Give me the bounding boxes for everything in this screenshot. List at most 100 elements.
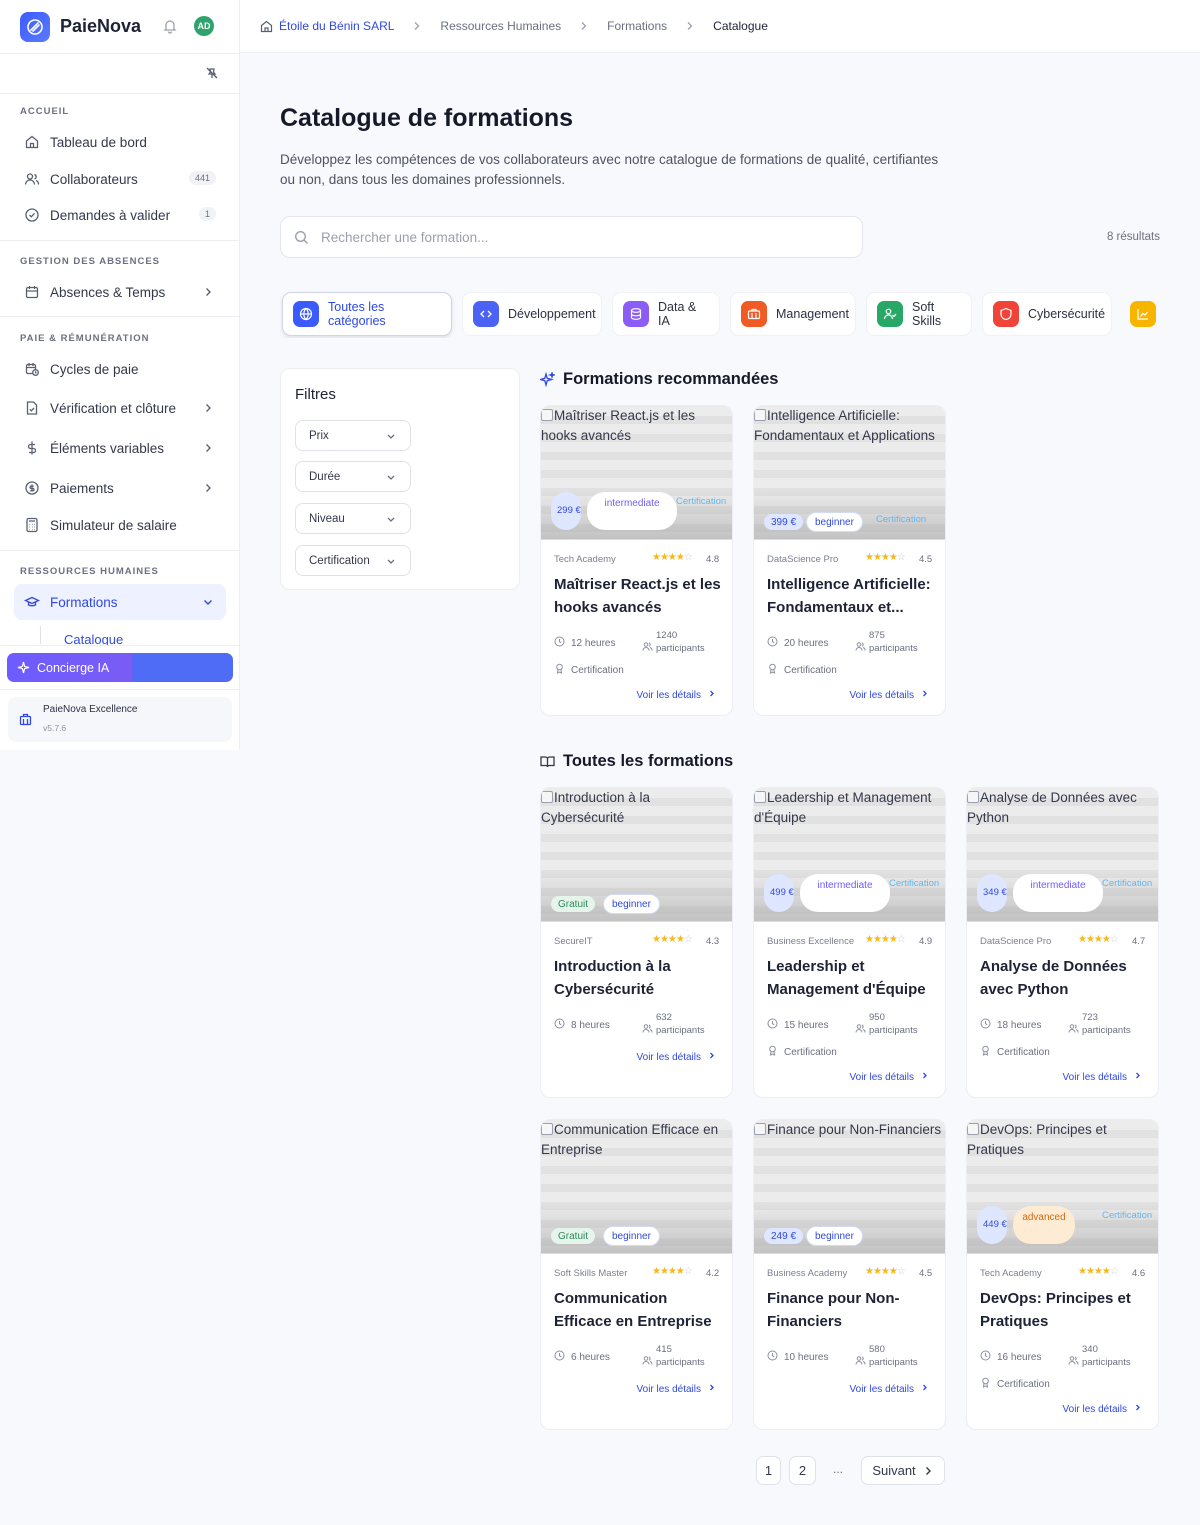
sidebar-item-absences[interactable]: Absences & Temps bbox=[14, 275, 226, 309]
course-title[interactable]: Communication Efficace en Entreprise bbox=[554, 1287, 724, 1333]
app-version: v5.7.6 bbox=[43, 723, 67, 733]
sidebar-item-elements-variables[interactable]: Éléments variables bbox=[14, 431, 226, 465]
graduation-cap-icon bbox=[24, 596, 40, 607]
view-details-link[interactable]: Voir les détails bbox=[850, 1383, 929, 1395]
breadcrumb-item-company[interactable]: Étoile du Bénin SARL bbox=[260, 19, 394, 33]
course-title[interactable]: Intelligence Artificielle: Fondamentaux … bbox=[767, 573, 937, 619]
alt-text: Introduction à la Cybersécurité bbox=[541, 790, 651, 825]
duration-text: 15 heures bbox=[784, 1019, 829, 1031]
sidebar-item-demandes[interactable]: Demandes à valider 1 bbox=[14, 198, 226, 232]
course-image: Analyse de Données avec Python 349 € inter… bbox=[967, 788, 1158, 922]
alt-text: Analyse de Données avec Python bbox=[967, 790, 1137, 825]
broken-image-icon bbox=[754, 791, 766, 803]
filter-prix-select[interactable]: Prix bbox=[295, 420, 411, 451]
tab-all-categories[interactable]: Toutes les catégories bbox=[282, 292, 452, 336]
course-card[interactable]: Maîtriser React.js et les hooks avancés 2… bbox=[540, 405, 733, 716]
avatar[interactable]: AD bbox=[194, 16, 214, 36]
participants-info: 580 participants bbox=[855, 1343, 918, 1369]
view-details-link[interactable]: Voir les détails bbox=[637, 689, 716, 701]
bell-icon[interactable] bbox=[162, 18, 178, 39]
sidebar-item-formations[interactable]: Formations bbox=[14, 584, 226, 620]
concierge-ia-button[interactable]: Concierge IA bbox=[7, 653, 233, 682]
price-badge: 299 € bbox=[551, 492, 581, 530]
tab-developpement[interactable]: Développement bbox=[462, 292, 602, 336]
tab-management[interactable]: Management bbox=[730, 292, 856, 336]
page-2-button[interactable]: 2 bbox=[789, 1456, 816, 1485]
broken-image-icon bbox=[754, 1123, 766, 1135]
tab-soft-skills[interactable]: Soft Skills bbox=[866, 292, 972, 336]
building-icon bbox=[19, 713, 32, 726]
details-label: Voir les détails bbox=[636, 1383, 701, 1395]
page-1-button[interactable]: 1 bbox=[756, 1456, 781, 1485]
search-placeholder: Rechercher une formation... bbox=[321, 229, 489, 245]
tab-cybersecurite[interactable]: Cybersécurité bbox=[982, 292, 1112, 336]
view-details-link[interactable]: Voir les détails bbox=[637, 1051, 716, 1063]
chevron-right-icon bbox=[701, 689, 716, 701]
provider-name: Business Excellence bbox=[767, 936, 855, 947]
course-card[interactable]: Introduction à la Cybersécurité Gratuit be… bbox=[540, 787, 733, 1098]
filter-certification-select[interactable]: Certification bbox=[295, 545, 411, 576]
search-input[interactable]: Rechercher une formation... bbox=[280, 216, 863, 258]
course-card[interactable]: Communication Efficace en Entreprise Grat… bbox=[540, 1119, 733, 1430]
view-details-link[interactable]: Voir les détails bbox=[637, 1383, 716, 1395]
sidebar-item-verification[interactable]: Vérification et clôture bbox=[14, 391, 226, 425]
course-card[interactable]: Finance pour Non-Financiers 249 € beginner… bbox=[753, 1119, 946, 1430]
certification-badge: Certification bbox=[1102, 1210, 1153, 1221]
duration-info: 6 heures bbox=[554, 1350, 610, 1364]
course-title[interactable]: DevOps: Principes et Pratiques bbox=[980, 1287, 1150, 1333]
sidebar-subitem-catalogue[interactable]: Catalogue bbox=[64, 632, 123, 646]
details-label: Voir les détails bbox=[849, 689, 914, 701]
certification-text: Certification bbox=[784, 664, 837, 676]
award-icon bbox=[767, 663, 784, 677]
price-badge: Gratuit bbox=[551, 896, 596, 912]
course-card[interactable]: DevOps: Principes et Pratiques 449 € advan… bbox=[966, 1119, 1159, 1430]
section-title-accueil: ACCUEIL bbox=[20, 106, 70, 117]
chevron-right-icon bbox=[1127, 1403, 1142, 1415]
sidebar-item-dashboard[interactable]: Tableau de bord bbox=[14, 125, 226, 159]
details-label: Voir les détails bbox=[636, 689, 701, 701]
sidebar-item-collaborateurs[interactable]: Collaborateurs 441 bbox=[14, 162, 226, 196]
view-details-link[interactable]: Voir les détails bbox=[850, 1071, 929, 1083]
course-image: Communication Efficace en Entreprise Grat… bbox=[541, 1120, 732, 1254]
tab-data-ia[interactable]: Data & IA bbox=[612, 292, 720, 336]
course-card[interactable]: Analyse de Données avec Python 349 € inter… bbox=[966, 787, 1159, 1098]
view-details-link[interactable]: Voir les détails bbox=[1063, 1071, 1142, 1083]
rating-value: 4.5 bbox=[919, 1268, 933, 1279]
star-rating-icon: ★★★★☆ bbox=[652, 934, 693, 945]
breadcrumb-item-rh[interactable]: Ressources Humaines bbox=[440, 19, 561, 33]
company-switcher[interactable]: PaieNova Excellence v5.7.6 bbox=[8, 697, 232, 742]
view-details-link[interactable]: Voir les détails bbox=[1063, 1403, 1142, 1415]
sidebar-item-cycles[interactable]: Cycles de paie bbox=[14, 352, 226, 386]
alt-text: Intelligence Artificielle: Fondamentaux … bbox=[754, 408, 935, 443]
course-title[interactable]: Leadership et Management d'Équipe bbox=[767, 955, 937, 1001]
divider bbox=[0, 316, 240, 317]
sidebar-item-simulateur[interactable]: Simulateur de salaire bbox=[14, 508, 226, 542]
course-card[interactable]: Leadership et Management d'Équipe 499 € in… bbox=[753, 787, 946, 1098]
course-title[interactable]: Finance pour Non-Financiers bbox=[767, 1287, 937, 1333]
details-label: Voir les détails bbox=[849, 1071, 914, 1083]
breadcrumb-item-formations[interactable]: Formations bbox=[607, 19, 667, 33]
rating-value: 4.5 bbox=[919, 554, 933, 565]
sidebar-item-label: Paiements bbox=[50, 480, 114, 496]
app-logo[interactable] bbox=[20, 11, 50, 42]
level-badge: intermediate bbox=[800, 874, 890, 912]
view-details-link[interactable]: Voir les détails bbox=[850, 689, 929, 701]
rating-value: 4.7 bbox=[1132, 936, 1146, 947]
next-page-button[interactable]: Suivant bbox=[861, 1456, 945, 1485]
chevron-right-icon bbox=[414, 22, 420, 30]
course-card[interactable]: Intelligence Artificielle: Fondamentaux … bbox=[753, 405, 946, 716]
broken-image-alt-text: Leadership et Management d'Équipe bbox=[754, 788, 945, 828]
filter-duree-select[interactable]: Durée bbox=[295, 461, 411, 492]
tab-finance[interactable] bbox=[1122, 292, 1160, 336]
course-title[interactable]: Analyse de Données avec Python bbox=[980, 955, 1150, 1001]
sidebar-item-label: Éléments variables bbox=[50, 440, 165, 456]
unpin-icon[interactable] bbox=[205, 66, 219, 85]
certification-info: Certification bbox=[980, 1377, 1050, 1391]
course-title[interactable]: Maîtriser React.js et les hooks avancés bbox=[554, 573, 724, 619]
provider-name: SecureIT bbox=[554, 936, 593, 947]
sidebar-item-paiements[interactable]: Paiements bbox=[14, 471, 226, 505]
course-title[interactable]: Introduction à la Cybersécurité bbox=[554, 955, 724, 1001]
filter-niveau-select[interactable]: Niveau bbox=[295, 503, 411, 534]
broken-image-icon bbox=[754, 409, 766, 421]
select-value: Certification bbox=[309, 554, 370, 567]
